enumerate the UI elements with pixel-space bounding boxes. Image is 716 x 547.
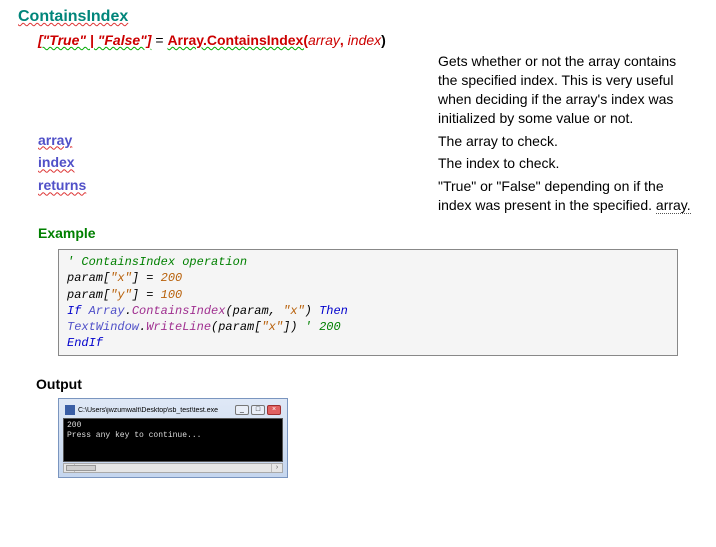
code-text: (param, xyxy=(225,304,283,318)
code-keyword: If xyxy=(67,304,89,318)
code-keyword: Then xyxy=(319,304,348,318)
code-text: param[ xyxy=(67,271,110,285)
code-method: WriteLine xyxy=(146,320,211,334)
scroll-right-arrow[interactable]: › xyxy=(271,464,282,472)
param-desc: The array to check. xyxy=(438,132,698,151)
param-label: array xyxy=(38,132,72,148)
code-text: ]) xyxy=(283,320,305,334)
arg-1: array xyxy=(308,32,340,48)
maximize-button[interactable]: □ xyxy=(251,405,265,415)
returns-desc-text: "True" or "False" depending on if the in… xyxy=(438,178,664,213)
code-text: ) xyxy=(305,304,319,318)
code-comment: ' ContainsIndex operation xyxy=(67,255,247,269)
code-string: "y" xyxy=(110,288,132,302)
code-type: Array xyxy=(89,304,125,318)
returns-desc-tail: array. xyxy=(656,197,691,214)
titlebar: C:\Users\jwzumwalt\Desktop\sb_test\test.… xyxy=(63,403,283,417)
param-row-array: array The array to check. xyxy=(38,132,698,151)
method-signature: ["True" | "False"] = Array.ContainsIndex… xyxy=(38,32,698,48)
code-text: . xyxy=(125,304,132,318)
scroll-thumb[interactable] xyxy=(66,465,96,471)
example-heading: Example xyxy=(38,225,698,241)
code-number: 200 xyxy=(161,271,183,285)
equals: = xyxy=(155,32,167,48)
param-label: returns xyxy=(38,177,86,193)
code-number: 100 xyxy=(161,288,183,302)
code-text: param[ xyxy=(67,288,110,302)
return-type: ["True" | "False"] xyxy=(38,32,151,48)
console-line-2: Press any key to continue... xyxy=(67,431,201,440)
arg-2: index xyxy=(348,32,381,48)
minimize-button[interactable]: _ xyxy=(235,405,249,415)
code-method: ContainsIndex xyxy=(132,304,226,318)
arg-sep: , xyxy=(340,32,348,48)
code-example: ' ContainsIndex operation param["x"] = 2… xyxy=(58,249,678,356)
console-line-1: 200 xyxy=(67,421,81,430)
code-string: "x" xyxy=(261,320,283,334)
app-icon xyxy=(65,405,75,415)
param-row-index: index The index to check. xyxy=(38,154,698,173)
code-string: "x" xyxy=(110,271,132,285)
titlebar-text: C:\Users\jwzumwalt\Desktop\sb_test\test.… xyxy=(78,407,235,414)
description-row: Gets whether or not the array contains t… xyxy=(38,52,698,128)
console-body: 200 Press any key to continue... xyxy=(63,418,283,462)
param-desc: The index to check. xyxy=(438,154,698,173)
window-buttons: _ □ × xyxy=(235,405,281,415)
param-row-returns: returns "True" or "False" depending on i… xyxy=(38,177,698,215)
code-type: TextWindow xyxy=(67,320,139,334)
code-text: (param[ xyxy=(211,320,261,334)
output-heading: Output xyxy=(36,376,698,392)
code-comment: ' 200 xyxy=(305,320,341,334)
code-text: ] = xyxy=(132,288,161,302)
code-string: "x" xyxy=(283,304,305,318)
code-text: ] = xyxy=(132,271,161,285)
method-description: Gets whether or not the array contains t… xyxy=(438,52,698,128)
section-title: ContainsIndex xyxy=(18,8,698,26)
close-paren: ) xyxy=(381,32,386,48)
param-desc: "True" or "False" depending on if the in… xyxy=(438,177,698,215)
horizontal-scrollbar[interactable]: ‹ › xyxy=(63,463,283,473)
console-window: C:\Users\jwzumwalt\Desktop\sb_test\test.… xyxy=(58,398,288,478)
param-label: index xyxy=(38,154,75,170)
close-button[interactable]: × xyxy=(267,405,281,415)
method-name: Array.ContainsIndex( xyxy=(167,32,308,48)
code-keyword: EndIf xyxy=(67,336,103,350)
